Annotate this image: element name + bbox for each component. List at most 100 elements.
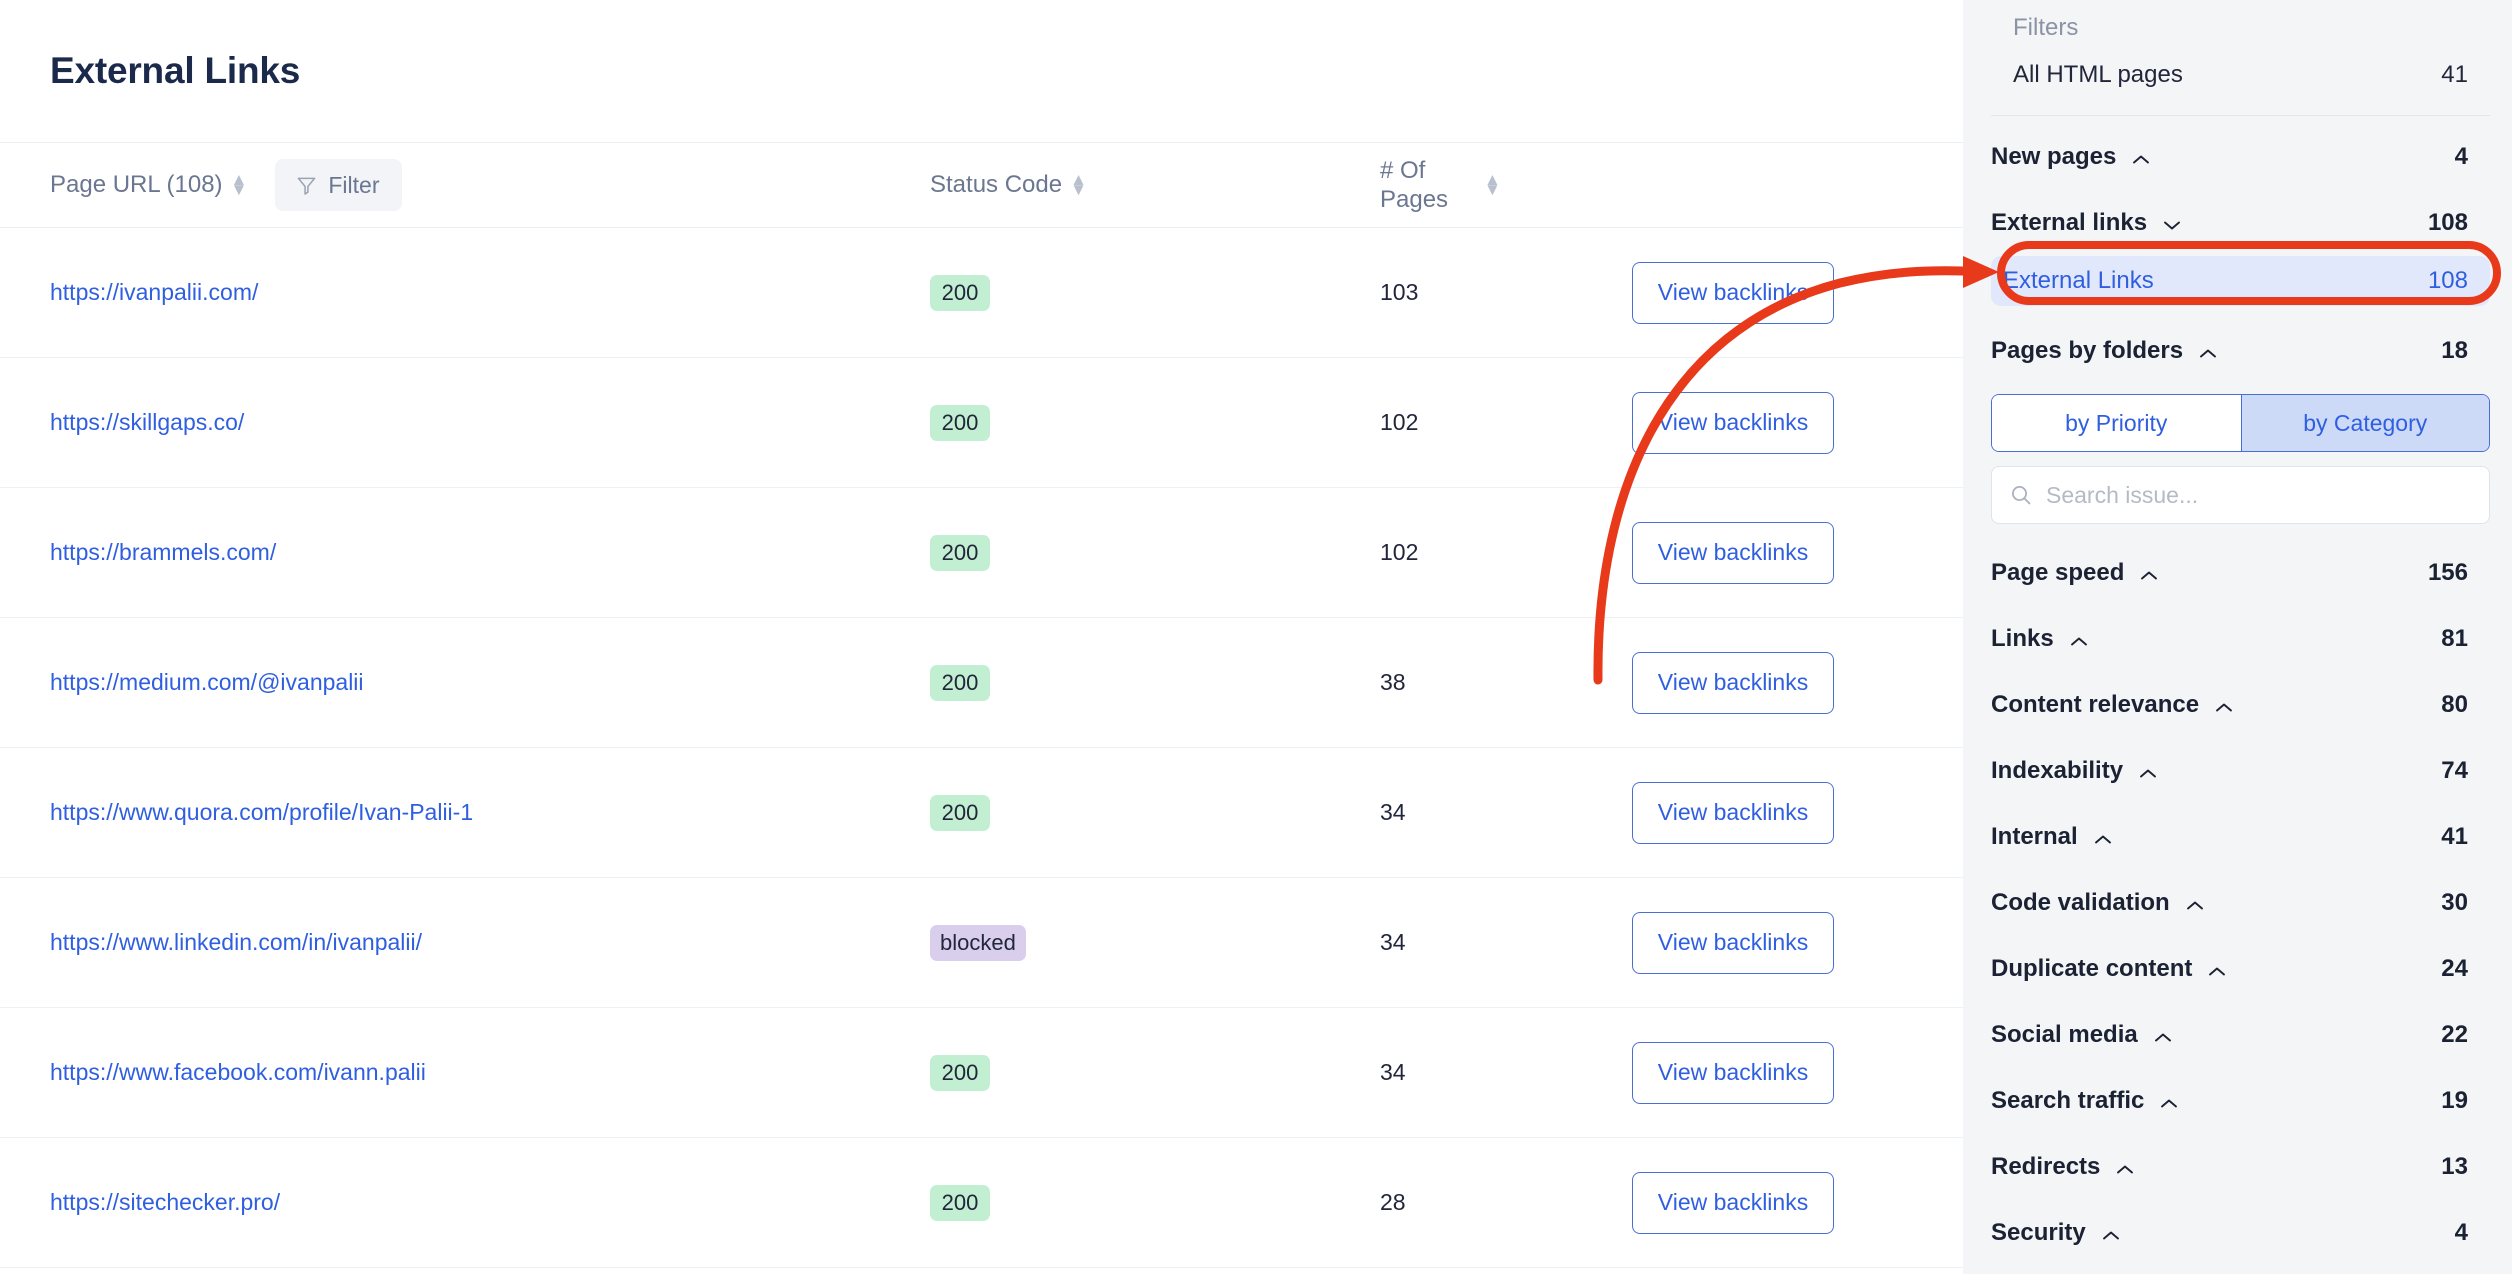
chevron-up-icon[interactable]: [2116, 1162, 2134, 1173]
cell-status-code: 200: [930, 1054, 1380, 1091]
filter-group-search-traffic[interactable]: Search traffic 19: [1991, 1068, 2490, 1134]
chevron-up-icon[interactable]: [2140, 568, 2158, 579]
search-issue-field[interactable]: [1991, 466, 2490, 524]
filter-group-label: Page speed: [1991, 559, 2125, 586]
chevron-up-icon[interactable]: [2208, 964, 2226, 975]
filter-group-label: Indexability: [1991, 757, 2124, 784]
cell-actions: View backlinks: [1560, 261, 1963, 324]
page-url-link[interactable]: https://www.quora.com/profile/Ivan-Palii…: [50, 799, 473, 826]
cell-status-code: 200: [930, 794, 1380, 831]
filter-button[interactable]: Filter: [275, 159, 402, 211]
filter-group-security[interactable]: Security 4: [1991, 1200, 2490, 1266]
column-header-number-of-pages[interactable]: # Of Pages ▲ ▼: [1380, 156, 1560, 215]
toggle-by-category[interactable]: by Category: [2240, 395, 2489, 451]
sort-arrows-icon[interactable]: ▲ ▼: [1070, 171, 1087, 198]
view-backlinks-button[interactable]: View backlinks: [1632, 521, 1834, 584]
chevron-up-icon[interactable]: [2199, 346, 2217, 357]
filter-group-internal[interactable]: Internal 41: [1991, 804, 2490, 870]
view-backlinks-button[interactable]: View backlinks: [1632, 261, 1834, 324]
pages-count-value: 34: [1380, 799, 1406, 825]
page-url-link[interactable]: https://skillgaps.co/: [50, 409, 244, 436]
cell-number-of-pages: 102: [1380, 409, 1560, 436]
view-backlinks-button[interactable]: View backlinks: [1632, 1041, 1834, 1104]
view-mode-toggle: by Priority by Category: [1991, 394, 2490, 452]
external-links-table: Page URL (108) ▲ ▼ Filter Status Code ▲ ▼ …: [0, 143, 1963, 1268]
table-row: https://ivanpalii.com/200 103 View backlin…: [0, 228, 1963, 358]
filter-group-redirects[interactable]: Redirects 13: [1991, 1134, 2490, 1200]
table-row: https://www.quora.com/profile/Ivan-Palii…: [0, 748, 1963, 878]
filter-group-new-pages[interactable]: New pages 4: [1991, 124, 2490, 190]
page-header: External Links: [0, 0, 1963, 143]
chevron-up-icon[interactable]: [2154, 1030, 2172, 1041]
cell-actions: View backlinks: [1560, 1041, 1963, 1104]
filter-group-count: 22: [2441, 1021, 2468, 1048]
column-header-status-code[interactable]: Status Code ▲ ▼: [930, 170, 1380, 199]
filter-item-external-links-selected[interactable]: External Links 108: [1991, 256, 2490, 306]
filter-group-pages-by-folders[interactable]: Pages by folders 18: [1991, 318, 2490, 384]
filter-group-indexability[interactable]: Indexability 74: [1991, 738, 2490, 804]
cell-status-code: blocked: [930, 924, 1380, 961]
view-backlinks-button[interactable]: View backlinks: [1632, 911, 1834, 974]
table-row: https://medium.com/@ivanpalii 200 38 View b…: [0, 618, 1963, 748]
filter-group-label: Redirects: [1991, 1153, 2101, 1180]
chevron-up-icon[interactable]: [2070, 634, 2088, 645]
filter-group-social-media[interactable]: Social media 22: [1991, 1002, 2490, 1068]
chevron-up-icon[interactable]: [2215, 700, 2233, 711]
filter-group-label: Duplicate content: [1991, 955, 2193, 982]
filter-group-count: 4: [2454, 1219, 2468, 1246]
filter-group-label: Links: [1991, 625, 2054, 652]
filter-all-html-pages-label: All HTML pages: [2013, 61, 2183, 88]
search-input[interactable]: [2046, 481, 2471, 509]
status-badge: 200: [930, 404, 990, 441]
filter-group-label: External links: [1991, 209, 2148, 236]
pages-count-value: 34: [1380, 1059, 1406, 1085]
view-backlinks-button[interactable]: View backlinks: [1632, 1171, 1834, 1234]
page-url-link[interactable]: https://sitechecker.pro/: [50, 1189, 280, 1216]
page-url-link[interactable]: https://www.facebook.com/ivann.palii: [50, 1059, 426, 1086]
cell-actions: View backlinks: [1560, 1171, 1963, 1234]
cell-status-code: 200: [930, 534, 1380, 571]
filter-group-code-validation[interactable]: Code validation 30: [1991, 870, 2490, 936]
filter-group-duplicate-content[interactable]: Duplicate content 24: [1991, 936, 2490, 1002]
cell-actions: View backlinks: [1560, 391, 1963, 454]
filter-group-external-links[interactable]: External links 108: [1991, 190, 2490, 256]
filter-group-page-speed[interactable]: Page speed 156: [1991, 540, 2490, 606]
filter-group-count: 24: [2441, 955, 2468, 982]
page-url-link[interactable]: https://ivanpalii.com/: [50, 279, 258, 306]
table-header-row: Page URL (108) ▲ ▼ Filter Status Code ▲ ▼ …: [0, 143, 1963, 228]
filter-group-links[interactable]: Links 81: [1991, 606, 2490, 672]
filter-group-label: New pages: [1991, 143, 2117, 170]
page-url-link[interactable]: https://brammels.com/: [50, 539, 276, 566]
view-backlinks-button[interactable]: View backlinks: [1632, 651, 1834, 714]
cell-actions: View backlinks: [1560, 781, 1963, 844]
table-row: https://www.linkedin.com/in/ivanpalii/bl…: [0, 878, 1963, 1008]
filter-group-count: 156: [2427, 559, 2468, 586]
pages-count-value: 38: [1380, 669, 1406, 695]
sort-arrows-icon[interactable]: ▲ ▼: [231, 171, 248, 198]
chevron-up-icon[interactable]: [2132, 152, 2150, 163]
chevron-up-icon[interactable]: [2094, 832, 2112, 843]
status-badge: 200: [930, 794, 990, 831]
chevron-down-icon[interactable]: [2163, 218, 2181, 229]
chevron-up-icon[interactable]: [2186, 898, 2204, 909]
filter-group-content-relevance[interactable]: Content relevance 80: [1991, 672, 2490, 738]
page-url-link[interactable]: https://medium.com/@ivanpalii: [50, 669, 364, 696]
cell-number-of-pages: 103: [1380, 279, 1560, 306]
cell-status-code: 200: [930, 404, 1380, 441]
toggle-by-priority[interactable]: by Priority: [1992, 395, 2241, 451]
table-row: https://skillgaps.co/200 102 View backlink…: [0, 358, 1963, 488]
cell-actions: View backlinks: [1560, 521, 1963, 584]
filter-group-label: Pages by folders: [1991, 337, 2184, 364]
view-backlinks-button[interactable]: View backlinks: [1632, 781, 1834, 844]
filter-all-html-pages[interactable]: All HTML pages 41: [1991, 52, 2490, 116]
pages-count-value: 103: [1380, 279, 1419, 305]
page-url-link[interactable]: https://www.linkedin.com/in/ivanpalii/: [50, 929, 422, 956]
column-header-page-url[interactable]: Page URL (108) ▲ ▼ Filter: [0, 159, 930, 211]
sort-arrows-icon[interactable]: ▲ ▼: [1484, 171, 1501, 198]
chevron-up-icon[interactable]: [2139, 766, 2157, 777]
chevron-up-icon[interactable]: [2160, 1096, 2178, 1107]
view-backlinks-button[interactable]: View backlinks: [1632, 391, 1834, 454]
cell-page-url: https://sitechecker.pro/: [0, 1189, 930, 1216]
chevron-up-icon[interactable]: [2102, 1228, 2120, 1239]
cell-page-url: https://www.linkedin.com/in/ivanpalii/: [0, 929, 930, 956]
